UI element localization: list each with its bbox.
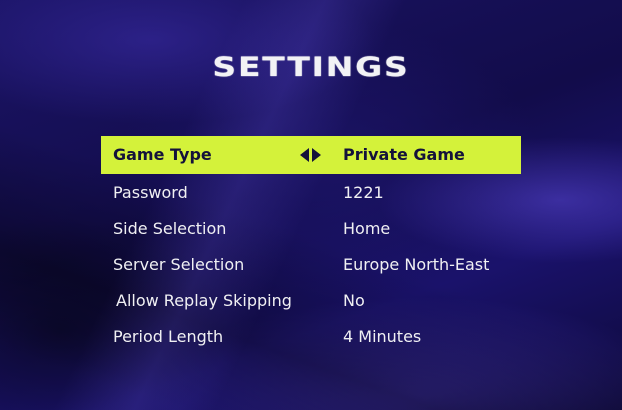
setting-value: 1221 bbox=[343, 183, 384, 202]
setting-row-side-selection[interactable]: Side Selection Home bbox=[101, 210, 521, 246]
left-right-arrows-icon[interactable] bbox=[300, 148, 324, 162]
setting-row-game-type[interactable]: Game Type Private Game bbox=[101, 136, 521, 174]
setting-value: Home bbox=[343, 219, 391, 238]
setting-label: Period Length bbox=[113, 327, 224, 346]
setting-row-period-length[interactable]: Period Length 4 Minutes bbox=[101, 318, 521, 354]
setting-label: Allow Replay Skipping bbox=[116, 291, 292, 310]
setting-row-server-selection[interactable]: Server Selection Europe North-East bbox=[101, 246, 521, 282]
setting-label: Server Selection bbox=[113, 255, 245, 274]
setting-row-allow-replay-skipping[interactable]: Allow Replay Skipping No bbox=[101, 282, 521, 318]
setting-value: No bbox=[343, 291, 365, 310]
setting-value: Private Game bbox=[343, 145, 465, 164]
setting-value: 4 Minutes bbox=[343, 327, 422, 346]
setting-label: Password bbox=[113, 183, 188, 202]
settings-list: Game Type Private Game Password 1221 Sid… bbox=[101, 136, 521, 354]
arrow-right-icon[interactable] bbox=[312, 148, 321, 162]
setting-row-password[interactable]: Password 1221 bbox=[101, 174, 521, 210]
setting-value: Europe North-East bbox=[343, 255, 490, 274]
arrow-left-icon[interactable] bbox=[300, 148, 309, 162]
page-title: SETTINGS bbox=[212, 52, 410, 83]
setting-label: Game Type bbox=[113, 145, 212, 164]
setting-label: Side Selection bbox=[113, 219, 227, 238]
